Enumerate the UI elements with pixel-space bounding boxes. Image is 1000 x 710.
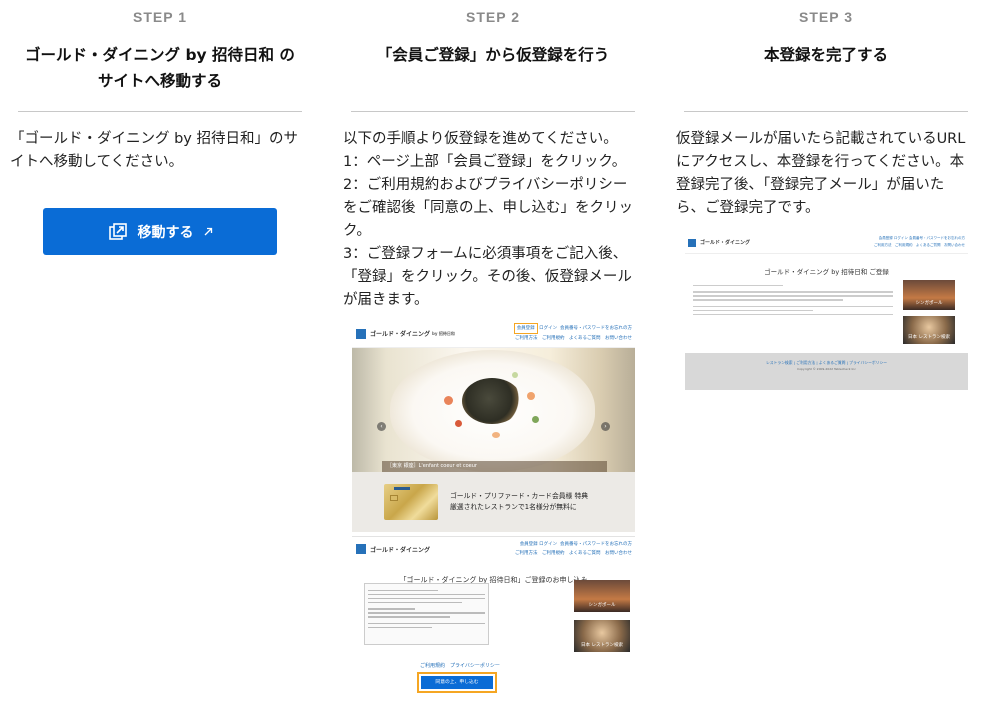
mock-forgot-link: 会員番号・パスワードをお忘れの方 [560, 542, 632, 547]
step-2-desc-line: 「登録」をクリック。その後、仮登録メール [343, 269, 632, 285]
hero-next-arrow-icon: › [601, 422, 610, 431]
food-image [462, 378, 522, 424]
step-2-title-line1: 「会員ご登録」から仮登録を行う [376, 46, 610, 64]
mock-nav: 会員登録 ログイン 会員番号・パスワードをお忘れの方 ご利用方法 ご利用規約 よ… [515, 540, 632, 558]
mock-nav-row2: ご利用方法 ご利用規約 よくあるご質問 お問い合わせ [515, 336, 632, 341]
step-2-desc-line: 2：ご利用規約およびプライバシーポリシー [343, 177, 628, 193]
garnish [444, 396, 453, 405]
mock-nav-row2: ご利用方法 ご利用規約 よくあるご質問 お問い合わせ [874, 243, 965, 247]
arrow-up-right-icon [204, 227, 213, 236]
thumb-japan: 日本 レストラン検索 [903, 316, 955, 344]
mock-brand-sub: by 招待日和 [432, 330, 455, 336]
step-3-title: 本登録を完了する [676, 34, 976, 100]
step-2-desc-line: 3：ご登録フォームに必須事項をご記入後、 [343, 246, 628, 262]
mock-login-link: ログイン [539, 326, 558, 331]
mock-hero-image: ‹ › ［東京 銀座］L'enfant coeur et coeur [352, 348, 635, 472]
thumb-japan: 日本 レストラン検索 [574, 620, 630, 652]
mock-nav-row2: ご利用方法 ご利用規約 よくあるご質問 お問い合わせ [515, 551, 632, 556]
step-2-desc-line: が届きます。 [343, 292, 429, 308]
step-3-divider [684, 111, 968, 112]
step-1-label: STEP 1 [133, 9, 187, 25]
step-2-desc-line: 以下の手順より仮登録を進めてください。 [343, 131, 618, 147]
step-2-divider [351, 111, 635, 112]
step-1-description: 「ゴールド・ダイニング by 招待日和」のサ イトへ移動してください。 [10, 128, 310, 174]
amex-logo [356, 544, 366, 554]
step-3-screenshot: ゴールド・ダイニング 会員登録 ログイン 会員番号・パスワードをお忘れの方 ご利… [685, 232, 968, 390]
step-1-divider [18, 111, 302, 112]
mock-login-link: ログイン [893, 236, 908, 240]
garnish [512, 372, 518, 378]
step-3-description: 仮登録メールが届いたら記載されているURL にアクセスし、本登録を行ってください… [676, 128, 976, 220]
step-2-desc-line: をご確認後「同意の上、申し込む」をクリッ [343, 200, 633, 216]
thumb-label: シンガポール [915, 301, 943, 306]
step-3-title-line1: 本登録を完了する [763, 46, 888, 64]
step-3-desc-line: ら、ご登録完了です。 [676, 200, 820, 216]
garnish [455, 420, 462, 427]
garnish [492, 432, 500, 438]
mock-forgot-link: 会員番号・パスワードをお忘れの方 [909, 236, 965, 240]
step-1-desc-line: 「ゴールド・ダイニング by 招待日和」のサ [10, 131, 299, 147]
step-3-label: STEP 3 [799, 9, 853, 25]
mock-register-link: 会員登録 [513, 323, 538, 334]
step-3-desc-line: にアクセスし、本登録を行ってください。本 [676, 154, 965, 170]
step-2-desc-line: 1：ページ上部「会員ご登録」をクリック。 [343, 154, 627, 170]
step-1-title-line1: ゴールド・ダイニング by 招待日和 の [25, 46, 295, 64]
step-1-title-line2: サイトへ移動する [97, 72, 222, 90]
garnish [527, 392, 535, 400]
promo-line: 厳選されたレストランで1名様分が無料に [450, 503, 577, 511]
mock-policy-links: ご利用規約 プライバシーポリシー [420, 663, 500, 669]
amex-logo [356, 328, 366, 339]
mock-form-header: ゴールド・ダイニング 会員登録 ログイン 会員番号・パスワードをお忘れの方 ご利… [352, 537, 635, 561]
mock-footer-links: レストラン検索 | ご利用方法 | よくあるご質問 | プライバシーポリシー [765, 360, 888, 365]
move-button-label: 移動する [137, 224, 194, 241]
mock-promo-banner: ゴールド・プリファード・カード会員様 特典 厳選されたレストランで1名様分が無料… [352, 472, 635, 532]
mock-footer: レストラン検索 | ご利用方法 | よくあるご質問 | プライバシーポリシー C… [685, 353, 968, 390]
mock-complete-title: ゴールド・ダイニング by 招待日和 ご登録 [764, 268, 889, 276]
mock-complete-body [693, 282, 893, 318]
move-to-site-button[interactable]: 移動する [43, 208, 277, 255]
card-logo [394, 487, 410, 490]
hero-prev-arrow-icon: ‹ [377, 422, 386, 431]
step-2-label: STEP 2 [466, 9, 520, 25]
step-1-column: STEP 1 ゴールド・ダイニング by 招待日和 の サイトへ移動する 「ゴー… [10, 0, 310, 255]
hero-caption: ［東京 銀座］L'enfant coeur et coeur [382, 461, 607, 472]
mock-apply-button: 同意の上、申し込む [421, 676, 493, 689]
mock-brand: ゴールド・ダイニング [370, 546, 431, 554]
step-2-column: STEP 2 「会員ご登録」から仮登録を行う 以下の手順より仮登録を進めてくださ… [343, 0, 643, 308]
promo-text: ゴールド・プリファード・カード会員様 特典 厳選されたレストランで1名様分が無料… [450, 491, 588, 513]
amex-logo [688, 238, 696, 247]
mock-brand: ゴールド・ダイニング [700, 240, 751, 246]
thumb-singapore: シンガポール [574, 580, 630, 612]
mock-forgot-link: 会員番号・パスワードをお忘れの方 [560, 326, 632, 331]
card-chip [390, 495, 398, 501]
thumb-singapore: シンガポール [903, 280, 955, 310]
promo-line: ゴールド・プリファード・カード会員様 特典 [450, 492, 589, 500]
step-2-screenshot: ゴールド・ダイニング by 招待日和 会員登録 ログイン 会員番号・パスワードを… [352, 320, 635, 700]
mock-login-link: ログイン [539, 542, 558, 547]
thumb-label: 日本 レストラン検索 [908, 335, 950, 340]
step-1-title: ゴールド・ダイニング by 招待日和 の サイトへ移動する [10, 34, 310, 100]
thumb-label: 日本 レストラン検索 [581, 643, 623, 648]
mock-register-link: 会員登録 [878, 236, 893, 240]
step-1-desc-line: イトへ移動してください。 [10, 154, 184, 170]
gold-card-image [384, 484, 438, 520]
mock-apply-highlight: 同意の上、申し込む [417, 672, 497, 693]
step-3-column: STEP 3 本登録を完了する 仮登録メールが届いたら記載されているURL にア… [676, 0, 976, 216]
mock-footer-copyright: Copyright © 2009-2022 Tablecheck Inc [797, 367, 856, 371]
mock-nav: 会員登録 ログイン 会員番号・パスワードをお忘れの方 ご利用方法 ご利用規約 よ… [513, 323, 632, 343]
mock-register-link: 会員登録 [519, 542, 538, 547]
mock-terms-box [364, 583, 489, 645]
mock-site-header: ゴールド・ダイニング by 招待日和 会員登録 ログイン 会員番号・パスワードを… [352, 320, 635, 348]
mock-brand: ゴールド・ダイニング [370, 331, 431, 338]
step-3-desc-line: 仮登録メールが届いたら記載されているURL [676, 131, 966, 147]
step-2-title: 「会員ご登録」から仮登録を行う [343, 34, 643, 100]
step-3-desc-line: 登録完了後、「登録完了メール」が届いた [676, 177, 945, 193]
step-2-desc-line: ク。 [343, 223, 371, 239]
mock-nav: 会員登録 ログイン 会員番号・パスワードをお忘れの方 ご利用方法 ご利用規約 よ… [874, 235, 965, 249]
step-2-description: 以下の手順より仮登録を進めてください。 1：ページ上部「会員ご登録」をクリック。… [343, 128, 643, 312]
thumb-label: シンガポール [588, 603, 616, 608]
garnish [532, 416, 539, 423]
external-window-icon [108, 222, 128, 242]
mock-complete-header: ゴールド・ダイニング 会員登録 ログイン 会員番号・パスワードをお忘れの方 ご利… [685, 232, 968, 254]
